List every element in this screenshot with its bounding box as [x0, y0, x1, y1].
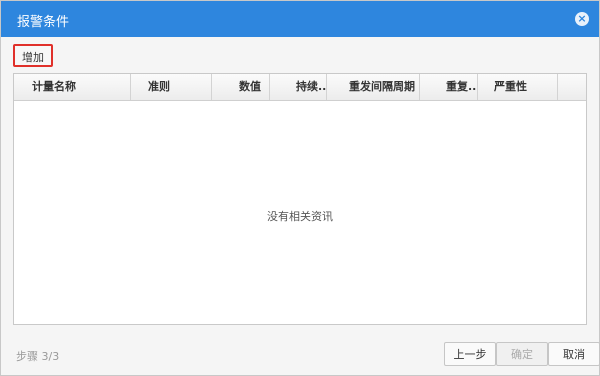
column-header-value[interactable]: 数值	[212, 74, 270, 100]
dialog-title: 报警条件	[17, 15, 70, 30]
add-button[interactable]: 增加	[13, 44, 53, 67]
previous-button[interactable]: 上一步	[444, 342, 496, 366]
column-header-repeat[interactable]: 重复...	[420, 74, 478, 100]
confirm-button[interactable]: 确定	[496, 342, 548, 366]
cancel-button[interactable]: 取消	[548, 342, 600, 366]
step-indicator: 步骤 3/3	[16, 350, 60, 363]
column-header-spacer	[558, 74, 586, 100]
table-header: 计量名称 准则 数值 持续... 重发间隔周期 重复... 严重性	[14, 74, 586, 101]
column-header-severity[interactable]: 严重性	[478, 74, 558, 100]
empty-table-message: 没有相关资讯	[267, 210, 333, 223]
column-header-criteria[interactable]: 准则	[131, 74, 212, 100]
conditions-table: 计量名称 准则 数值 持续... 重发间隔周期 重复... 严重性 没有相关资讯	[13, 73, 587, 325]
alert-conditions-dialog: 报警条件 × 增加 计量名称 准则 数值 持续... 重发间隔周期 重复... …	[0, 0, 600, 376]
column-header-metric-name[interactable]: 计量名称	[14, 74, 131, 100]
dialog-titlebar: 报警条件 ×	[1, 1, 599, 37]
column-header-resend-interval[interactable]: 重发间隔周期	[327, 74, 420, 100]
column-header-duration[interactable]: 持续...	[270, 74, 327, 100]
close-icon[interactable]: ×	[575, 12, 589, 26]
